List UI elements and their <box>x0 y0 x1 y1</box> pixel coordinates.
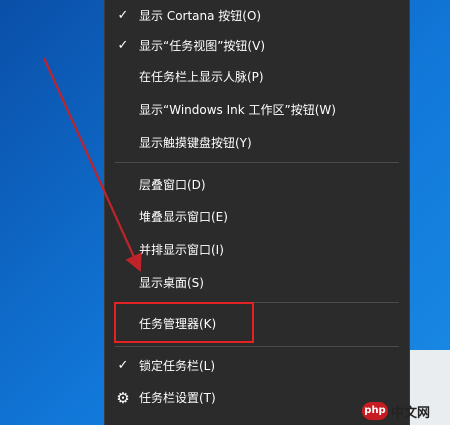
annotation-arrow-line <box>42 57 142 273</box>
php-logo: php <box>362 402 388 420</box>
site-watermark: php 中文网 <box>362 401 430 421</box>
watermark-text: 中文网 <box>391 405 431 421</box>
annotation-arrow <box>42 57 142 273</box>
